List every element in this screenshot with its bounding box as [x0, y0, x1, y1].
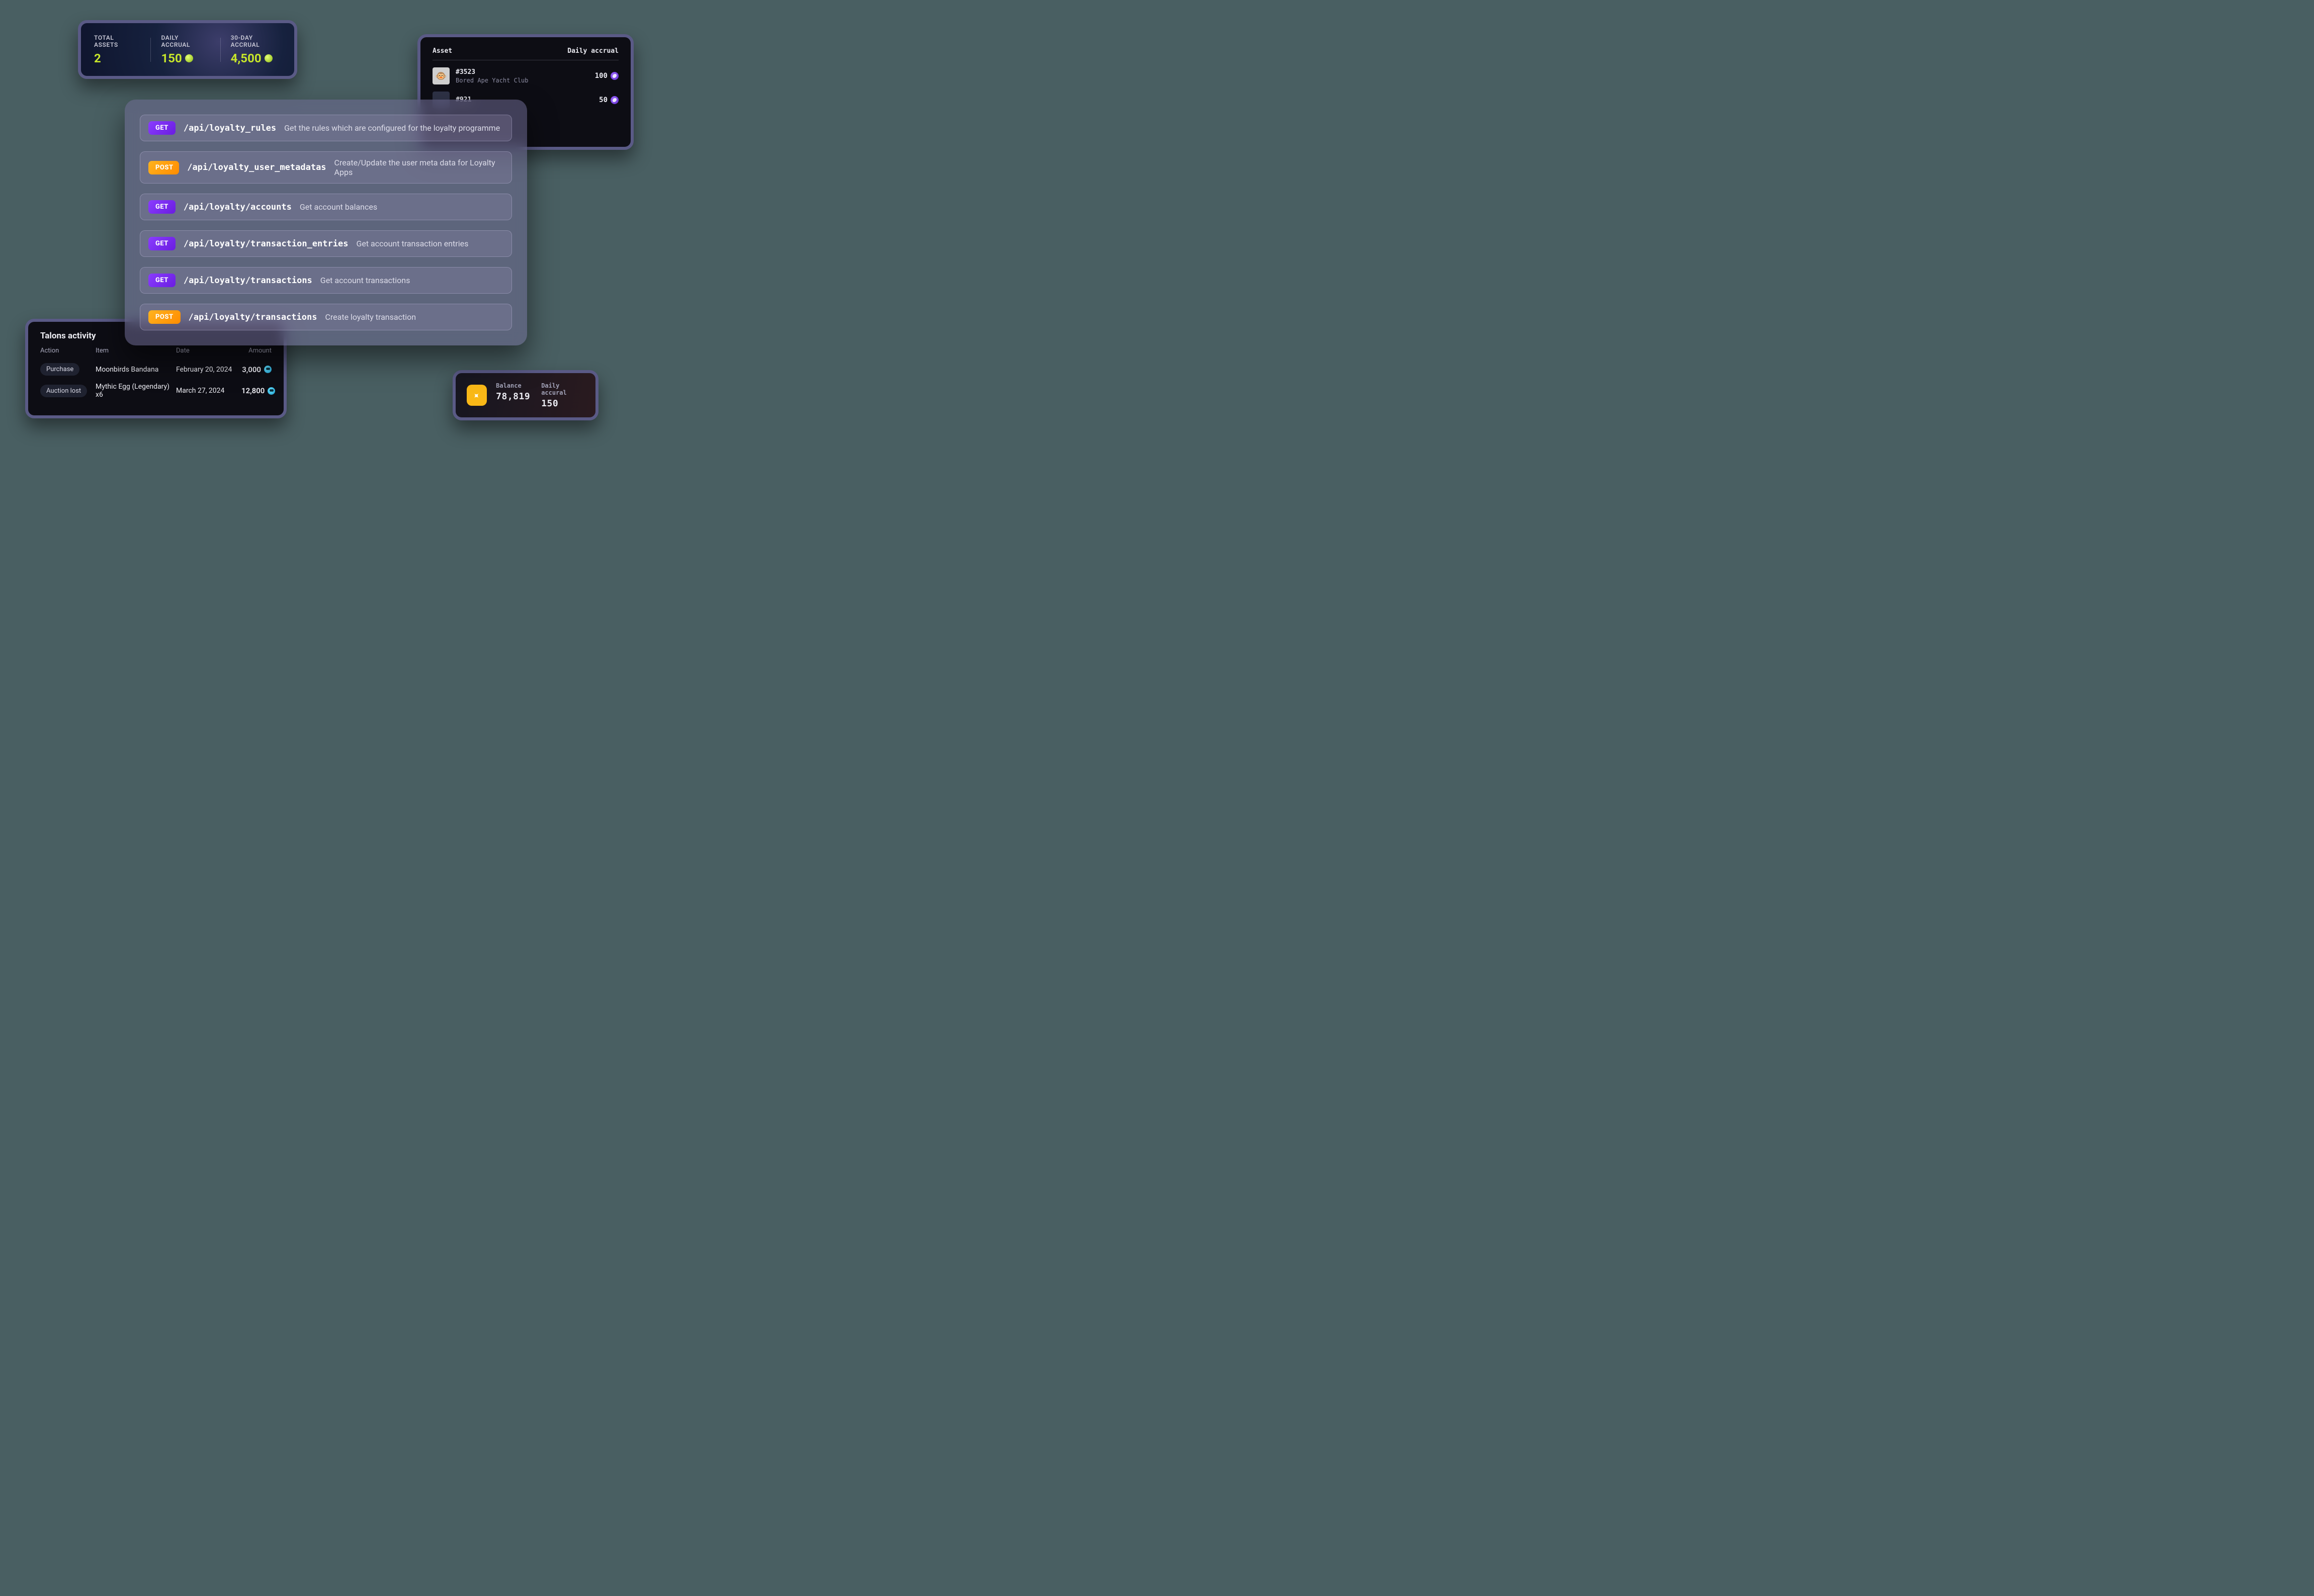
col-daily-accrual: Daily accrual [567, 47, 619, 55]
stats-panel: TOTAL ASSETS 2 DAILY ACCRUAL 150 30-DAY … [78, 20, 297, 79]
token-icon [185, 54, 193, 62]
action-pill: Auction lost [40, 385, 87, 397]
http-method-pill: GET [148, 237, 176, 250]
api-path: /api/loyalty/transactions [184, 276, 312, 286]
http-method-pill: GET [148, 274, 176, 287]
amount-token-icon [268, 387, 275, 395]
col-amount: Amount [241, 347, 272, 354]
stat-label: 30-DAY ACCRUAL [231, 34, 281, 48]
balance-logo-icon: ✦ [467, 385, 487, 406]
api-path: /api/loyalty_user_metadatas [187, 162, 326, 172]
api-description: Get account balances [300, 202, 377, 212]
stat-label: TOTAL ASSETS [94, 34, 137, 48]
api-endpoint-row[interactable]: GET/api/loyalty_rules Get the rules which… [140, 115, 512, 141]
api-path: /api/loyalty_rules [184, 123, 276, 133]
http-method-pill: GET [148, 121, 176, 135]
stat-value: 4,500 [231, 51, 281, 65]
balance-col-balance: Balance 78,819 [496, 382, 530, 409]
api-endpoint-row[interactable]: GET/api/loyalty/transaction_entries Get a… [140, 230, 512, 257]
http-method-pill: GET [148, 200, 176, 214]
api-endpoint-row[interactable]: POST/api/loyalty_user_metadatas Create/Up… [140, 151, 512, 184]
stat-30day-accrual: 30-DAY ACCRUAL 4,500 [231, 34, 281, 65]
activity-row: Auction lost Mythic Egg (Legendary) x6 M… [40, 379, 272, 402]
http-method-pill: POST [148, 161, 179, 174]
api-description: Get account transactions [320, 276, 410, 285]
daily-accrual-label: Daily accural [541, 382, 584, 396]
action-pill: Purchase [40, 363, 79, 376]
accrual-token-icon [611, 96, 619, 104]
stat-value: 150 [161, 51, 207, 65]
activity-date: February 20, 2024 [176, 366, 241, 374]
col-item: Item [96, 347, 176, 354]
asset-table-header: Asset Daily accrual [433, 47, 619, 60]
amount-text: 12,800 [241, 386, 265, 395]
accrual-text: 50 [599, 96, 608, 104]
activity-item: Moonbirds Bandana [96, 366, 176, 374]
activity-item: Mythic Egg (Legendary) x6 [96, 383, 176, 399]
activity-date: March 27, 2024 [176, 387, 241, 395]
accrual-text: 100 [595, 72, 608, 80]
activity-amount: 12,800 [241, 386, 275, 395]
asset-accrual-value: 50 [599, 96, 619, 104]
balance-panel: ✦ Balance 78,819 Daily accural 150 [453, 370, 598, 420]
activity-amount: 3,000 [241, 365, 272, 374]
api-endpoint-row[interactable]: POST/api/loyalty/transactions Create loya… [140, 304, 512, 330]
stat-value: 2 [94, 51, 137, 65]
api-endpoints-card: GET/api/loyalty_rules Get the rules which… [125, 100, 527, 345]
api-description: Get the rules which are configured for t… [284, 123, 500, 133]
asset-id: #3523 [456, 68, 529, 76]
stat-value-text: 4,500 [231, 51, 262, 65]
divider [150, 38, 151, 62]
asset-accrual-value: 100 [595, 72, 619, 80]
balance-value: 78,819 [496, 391, 530, 402]
col-asset: Asset [433, 47, 452, 55]
activity-columns: Action Item Date Amount [40, 347, 272, 354]
balance-label: Balance [496, 382, 530, 389]
stat-value-text: 150 [161, 51, 182, 65]
api-path: /api/loyalty/transactions [189, 312, 317, 322]
balance-col-daily: Daily accural 150 [541, 382, 584, 409]
amount-token-icon [264, 366, 272, 373]
divider [220, 38, 221, 62]
col-date: Date [176, 347, 241, 354]
api-path: /api/loyalty/transaction_entries [184, 239, 349, 249]
stat-total-assets: TOTAL ASSETS 2 [94, 34, 137, 65]
api-description: Create loyalty transaction [325, 312, 416, 322]
api-description: Get account transaction entries [356, 239, 468, 248]
http-method-pill: POST [148, 310, 181, 324]
daily-accrual-value: 150 [541, 398, 584, 409]
token-icon [265, 54, 273, 62]
stat-daily-accrual: DAILY ACCRUAL 150 [161, 34, 207, 65]
api-endpoint-row[interactable]: GET/api/loyalty/transactions Get account … [140, 267, 512, 294]
api-path: /api/loyalty/accounts [184, 202, 292, 212]
asset-thumbnail: 🐵 [433, 67, 450, 84]
accrual-token-icon [611, 72, 619, 80]
activity-row: Purchase Moonbirds Bandana February 20, … [40, 360, 272, 379]
api-endpoint-row[interactable]: GET/api/loyalty/accounts Get account bala… [140, 194, 512, 220]
asset-collection: Bored Ape Yacht Club [456, 77, 529, 84]
amount-text: 3,000 [242, 365, 261, 374]
asset-row[interactable]: 🐵 #3523 Bored Ape Yacht Club 100 [433, 67, 619, 84]
api-description: Create/Update the user meta data for Loy… [334, 158, 503, 177]
stat-value-text: 2 [94, 51, 101, 65]
stat-label: DAILY ACCRUAL [161, 34, 207, 48]
col-action: Action [40, 347, 96, 354]
